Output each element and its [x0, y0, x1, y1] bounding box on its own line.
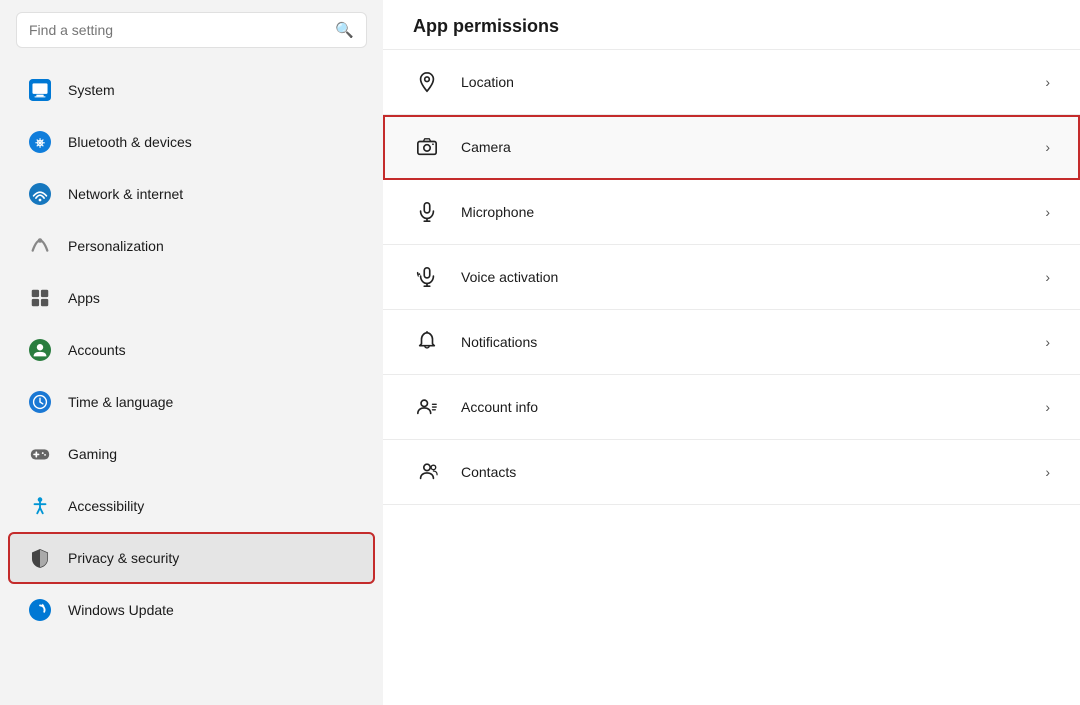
chevron-right-icon: ›	[1045, 399, 1050, 415]
permission-voice-label: Voice activation	[461, 269, 1025, 285]
page-title: App permissions	[383, 0, 1080, 50]
sidebar-item-label-system: System	[68, 82, 115, 98]
permission-location[interactable]: Location ›	[383, 50, 1080, 115]
permission-notifications[interactable]: Notifications ›	[383, 310, 1080, 375]
microphone-icon	[413, 198, 441, 226]
permission-voice[interactable]: Voice activation ›	[383, 245, 1080, 310]
chevron-right-icon: ›	[1045, 269, 1050, 285]
sidebar-item-time[interactable]: Time & language	[8, 376, 375, 428]
sidebar-item-personalization[interactable]: Personalization	[8, 220, 375, 272]
search-bar[interactable]: 🔍	[16, 12, 367, 48]
permission-camera-label: Camera	[461, 139, 1025, 155]
main-content: App permissions Location › Camera ›	[383, 0, 1080, 705]
permission-camera[interactable]: Camera ›	[383, 115, 1080, 180]
svg-text:⎈: ⎈	[35, 136, 45, 150]
sidebar-item-bluetooth[interactable]: ⎈ Bluetooth & devices	[8, 116, 375, 168]
sidebar-item-label-update: Windows Update	[68, 602, 174, 618]
sidebar-item-label-time: Time & language	[68, 394, 173, 410]
voice-icon	[413, 263, 441, 291]
sidebar-item-apps[interactable]: Apps	[8, 272, 375, 324]
sidebar-item-label-accessibility: Accessibility	[68, 498, 144, 514]
permission-microphone-label: Microphone	[461, 204, 1025, 220]
accounts-icon	[28, 338, 52, 362]
permission-contacts-label: Contacts	[461, 464, 1025, 480]
permission-location-label: Location	[461, 74, 1025, 90]
search-input[interactable]	[29, 22, 327, 38]
accessibility-icon	[28, 494, 52, 518]
gaming-icon	[28, 442, 52, 466]
sidebar-item-gaming[interactable]: Gaming	[8, 428, 375, 480]
permission-contacts[interactable]: Contacts ›	[383, 440, 1080, 505]
chevron-right-icon: ›	[1045, 139, 1050, 155]
sidebar-item-privacy[interactable]: Privacy & security	[8, 532, 375, 584]
sidebar-item-label-accounts: Accounts	[68, 342, 126, 358]
sidebar-item-label-network: Network & internet	[68, 186, 183, 202]
sidebar-item-label-gaming: Gaming	[68, 446, 117, 462]
sidebar: 🔍 System ⎈ Bluetooth	[0, 0, 383, 705]
permission-account-info[interactable]: Account info ›	[383, 375, 1080, 440]
personalization-icon	[28, 234, 52, 258]
system-icon	[28, 78, 52, 102]
permission-notifications-label: Notifications	[461, 334, 1025, 350]
chevron-right-icon: ›	[1045, 74, 1050, 90]
sidebar-item-label-apps: Apps	[68, 290, 100, 306]
camera-icon	[413, 133, 441, 161]
privacy-icon	[28, 546, 52, 570]
sidebar-item-update[interactable]: Windows Update	[8, 584, 375, 636]
bluetooth-icon: ⎈	[28, 130, 52, 154]
permission-microphone[interactable]: Microphone ›	[383, 180, 1080, 245]
search-icon: 🔍	[335, 21, 354, 39]
sidebar-item-label-bluetooth: Bluetooth & devices	[68, 134, 192, 150]
sidebar-nav: System ⎈ Bluetooth & devices	[0, 64, 383, 636]
sidebar-item-accounts[interactable]: Accounts	[8, 324, 375, 376]
network-icon	[28, 182, 52, 206]
sidebar-item-system[interactable]: System	[8, 64, 375, 116]
update-icon	[28, 598, 52, 622]
chevron-right-icon: ›	[1045, 464, 1050, 480]
chevron-right-icon: ›	[1045, 204, 1050, 220]
time-icon	[28, 390, 52, 414]
notifications-icon	[413, 328, 441, 356]
sidebar-item-label-personalization: Personalization	[68, 238, 164, 254]
apps-icon	[28, 286, 52, 310]
chevron-right-icon: ›	[1045, 334, 1050, 350]
sidebar-item-label-privacy: Privacy & security	[68, 550, 179, 566]
contacts-icon	[413, 458, 441, 486]
sidebar-item-network[interactable]: Network & internet	[8, 168, 375, 220]
permission-account-info-label: Account info	[461, 399, 1025, 415]
sidebar-item-accessibility[interactable]: Accessibility	[8, 480, 375, 532]
account-info-icon	[413, 393, 441, 421]
location-icon	[413, 68, 441, 96]
